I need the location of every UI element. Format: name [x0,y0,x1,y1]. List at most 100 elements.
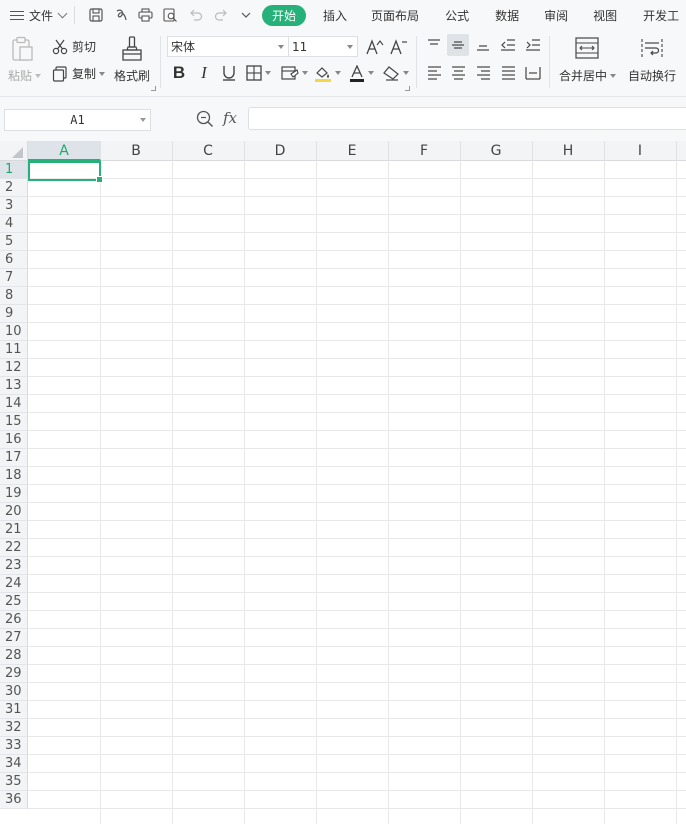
row-header-31[interactable]: 31 [0,701,28,719]
row-header-11[interactable]: 11 [0,341,28,359]
row-header-3[interactable]: 3 [0,197,28,215]
tab-data[interactable]: 数据 [482,0,532,30]
row-header-5[interactable]: 5 [0,233,28,251]
row-header-29[interactable]: 29 [0,665,28,683]
fill-handle[interactable] [96,176,103,183]
row-header-20[interactable]: 20 [0,503,28,521]
paste-icon[interactable] [11,36,37,62]
increase-indent-icon[interactable] [522,34,544,56]
row-header-19[interactable]: 19 [0,485,28,503]
undo-icon[interactable] [183,0,208,30]
row-header-7[interactable]: 7 [0,269,28,287]
row-header-8[interactable]: 8 [0,287,28,305]
customize-toolbar-icon[interactable] [233,0,258,30]
wrap-text-button[interactable]: 自动换行 [628,67,676,84]
row-header-30[interactable]: 30 [0,683,28,701]
name-box[interactable]: A1 [4,109,151,131]
column-header-e[interactable]: E [316,141,389,161]
align-right-icon[interactable] [472,62,494,84]
row-header-28[interactable]: 28 [0,647,28,665]
cell-style-icon[interactable] [279,62,309,84]
row-header-2[interactable]: 2 [0,179,28,197]
wrap-text-icon[interactable] [640,37,664,59]
format-painter-button[interactable]: 格式刷 [114,67,150,84]
increase-font-icon[interactable] [364,36,386,58]
column-header-f[interactable]: F [388,141,461,161]
tab-page-layout[interactable]: 页面布局 [358,0,432,30]
font-color-icon[interactable] [346,62,376,84]
row-header-25[interactable]: 25 [0,593,28,611]
bold-icon[interactable]: B [168,62,190,84]
print-icon[interactable] [133,0,158,30]
column-header-c[interactable]: C [172,141,245,161]
clipboard-expand-icon[interactable] [151,86,156,91]
row-header-22[interactable]: 22 [0,539,28,557]
insert-function-button[interactable]: fx [223,109,237,127]
row-header-13[interactable]: 13 [0,377,28,395]
font-size-select[interactable]: 11 [288,36,358,57]
column-header-h[interactable]: H [532,141,605,161]
file-menu[interactable]: 文件 [10,0,68,30]
export-pdf-icon[interactable] [108,0,133,30]
save-icon[interactable] [83,0,108,30]
row-header-23[interactable]: 23 [0,557,28,575]
row-header-18[interactable]: 18 [0,467,28,485]
row-header-36[interactable]: 36 [0,791,28,809]
row-header-21[interactable]: 21 [0,521,28,539]
tab-home[interactable]: 开始 [262,4,307,26]
tab-developer[interactable]: 开发工 [630,0,679,30]
row-header-10[interactable]: 10 [0,323,28,341]
row-header-32[interactable]: 32 [0,719,28,737]
decrease-indent-icon[interactable] [497,34,519,56]
tab-insert[interactable]: 插入 [312,0,358,30]
active-cell-a1[interactable] [28,161,103,183]
italic-icon[interactable]: I [193,62,215,84]
tab-review[interactable]: 审阅 [532,0,580,30]
row-header-34[interactable]: 34 [0,755,28,773]
justify-icon[interactable] [497,62,519,84]
align-left-icon[interactable] [423,62,445,84]
column-header-a[interactable]: A [28,141,101,161]
merge-center-button[interactable]: 合并居中 [559,67,617,84]
distributed-align-icon[interactable] [522,62,544,84]
cut-button[interactable]: 剪切 [52,38,96,55]
column-header-i[interactable]: I [604,141,677,161]
row-header-1[interactable]: 1 [0,161,28,179]
tab-view[interactable]: 视图 [580,0,630,30]
column-header-b[interactable]: B [100,141,173,161]
font-expand-icon[interactable] [405,86,410,91]
borders-icon[interactable] [243,62,273,84]
zoom-search-icon[interactable] [196,110,214,131]
font-name-select[interactable]: 宋体 [167,36,289,57]
align-top-icon[interactable] [423,34,445,56]
row-header-12[interactable]: 12 [0,359,28,377]
row-header-9[interactable]: 9 [0,305,28,323]
row-header-15[interactable]: 15 [0,413,28,431]
underline-icon[interactable] [218,62,240,84]
clear-format-icon[interactable] [380,62,410,84]
row-header-16[interactable]: 16 [0,431,28,449]
row-header-24[interactable]: 24 [0,575,28,593]
row-header-26[interactable]: 26 [0,611,28,629]
column-header-d[interactable]: D [244,141,317,161]
row-header-4[interactable]: 4 [0,215,28,233]
align-center-icon[interactable] [447,62,469,84]
row-header-35[interactable]: 35 [0,773,28,791]
row-header-17[interactable]: 17 [0,449,28,467]
row-header-14[interactable]: 14 [0,395,28,413]
merge-center-icon[interactable] [575,37,599,59]
formula-input[interactable] [248,107,686,130]
tab-formulas[interactable]: 公式 [432,0,482,30]
align-middle-icon[interactable] [447,34,469,56]
decrease-font-icon[interactable] [388,36,410,58]
redo-icon[interactable] [208,0,233,30]
paste-button[interactable]: 粘贴 [8,67,42,84]
row-header-33[interactable]: 33 [0,737,28,755]
row-header-6[interactable]: 6 [0,251,28,269]
row-header-27[interactable]: 27 [0,629,28,647]
fill-color-icon[interactable] [312,62,342,84]
align-bottom-icon[interactable] [472,34,494,56]
format-painter-icon[interactable] [121,36,145,62]
select-all-button[interactable] [0,141,28,161]
print-preview-icon[interactable] [158,0,183,30]
